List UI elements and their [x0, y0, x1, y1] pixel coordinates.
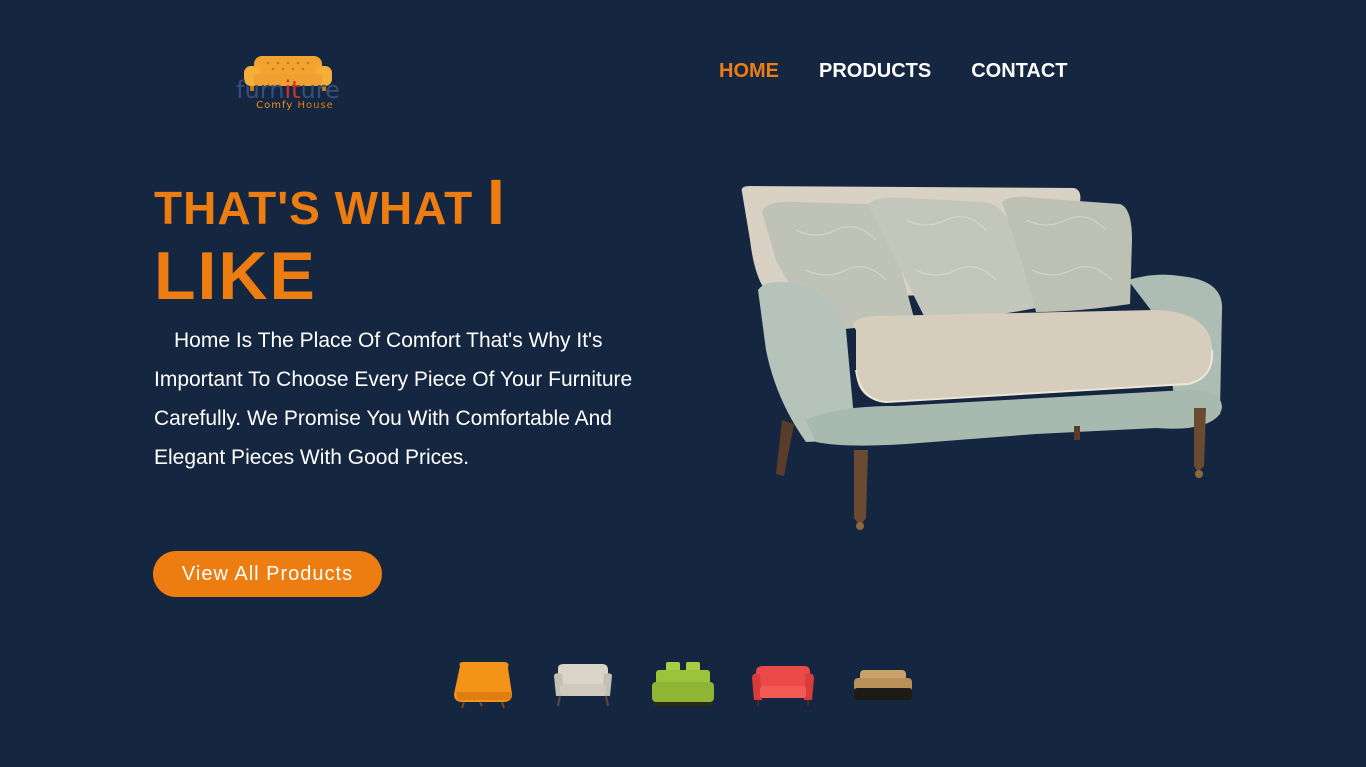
grey-sofa-thumbnail[interactable] [550, 658, 616, 714]
red-sofa-thumbnail[interactable] [750, 658, 816, 714]
logo-wordmark: furniture [236, 76, 340, 104]
orange-sofa-thumbnail[interactable] [450, 658, 516, 714]
view-all-products-button[interactable]: View All Products [153, 551, 382, 597]
landing-page: furniture Comfy House HOME PRODUCTS CONT… [0, 0, 1366, 767]
hero-description: Home Is The Place Of Comfort That's Why … [154, 329, 633, 469]
green-sofa-thumbnail[interactable] [650, 658, 716, 714]
hero-heading: THAT'S WHAT I LIKE [154, 150, 634, 310]
main-nav: HOME PRODUCTS CONTACT [719, 60, 1068, 83]
logo-tagline: Comfy House [256, 100, 334, 111]
brand-logo[interactable]: furniture Comfy House [232, 54, 342, 116]
nav-home-link[interactable]: HOME [719, 60, 779, 83]
tan-sofa-thumbnail[interactable] [850, 658, 916, 714]
hero-heading-line2: LIKE [154, 238, 317, 314]
grey-loveseat-sofa-image [741, 186, 1223, 530]
hero-heading-line1: THAT'S WHAT I [154, 166, 506, 238]
nav-contact-link[interactable]: CONTACT [971, 60, 1067, 83]
nav-products-link[interactable]: PRODUCTS [819, 60, 931, 83]
product-thumbnail-strip [450, 658, 920, 718]
